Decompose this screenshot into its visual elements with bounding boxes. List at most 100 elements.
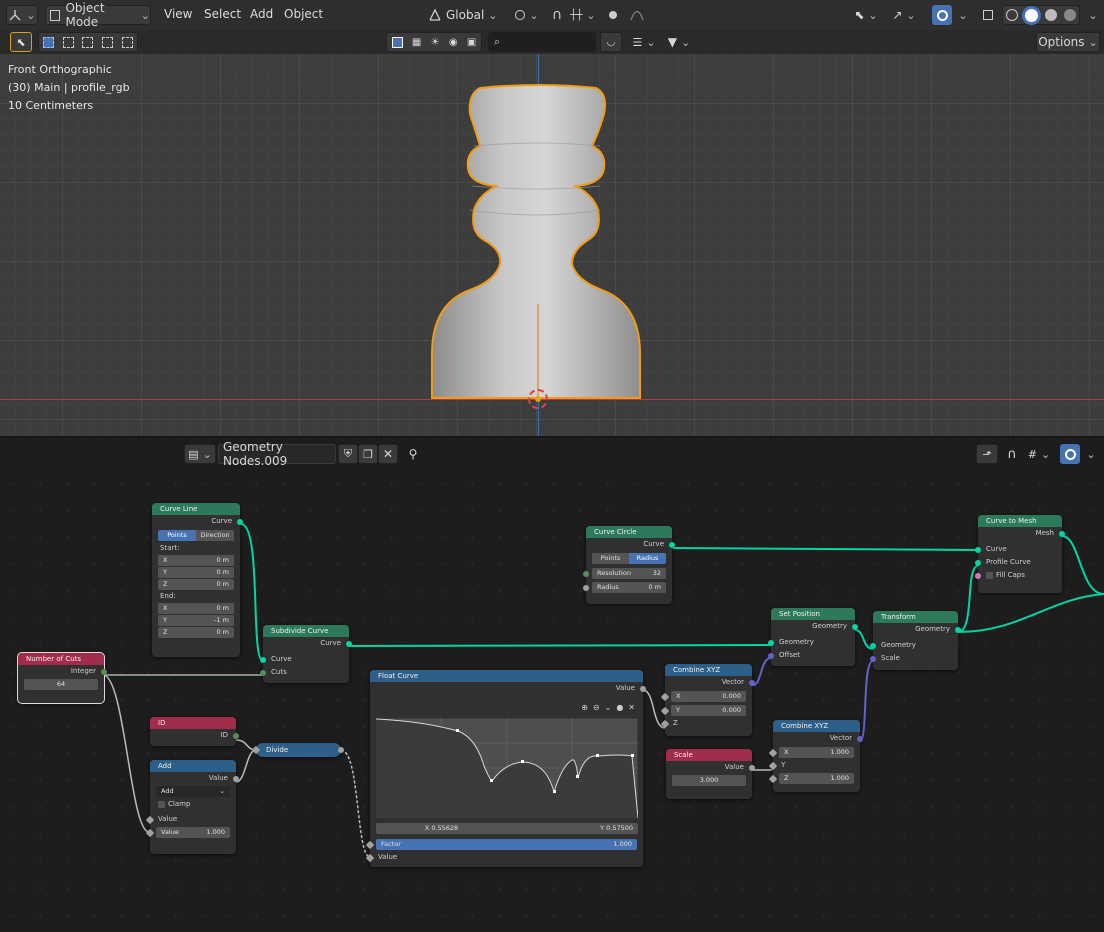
select-tool-button[interactable]: ⬉ — [10, 32, 32, 52]
node-snap-dropdown[interactable]: # — [1024, 444, 1054, 464]
socket[interactable] — [955, 626, 961, 633]
curve-graph[interactable] — [376, 718, 638, 818]
socket[interactable] — [640, 685, 646, 692]
socket[interactable] — [870, 655, 876, 662]
overlays-dropdown[interactable] — [952, 5, 970, 25]
falloff-dropdown[interactable] — [625, 5, 649, 25]
x-field[interactable]: X 1.000 — [768, 747, 854, 758]
z-field[interactable]: Z 1.000 — [768, 773, 854, 784]
menu-object[interactable]: Object — [284, 7, 323, 21]
select-new-icon[interactable] — [43, 36, 55, 48]
duplicate-button[interactable]: ❐ — [358, 444, 378, 464]
select-invert-icon[interactable] — [102, 36, 114, 48]
start-y-field[interactable]: Y0 m — [158, 567, 234, 578]
fill-caps-checkbox[interactable] — [986, 571, 993, 579]
socket[interactable] — [583, 584, 589, 591]
mode-radius[interactable]: Radius — [629, 553, 666, 564]
socket[interactable] — [852, 623, 858, 630]
node-editor-canvas[interactable]: Curve Line Curve Points Direction Start:… — [0, 470, 1104, 932]
mode-points[interactable]: Points — [158, 530, 196, 541]
menu-view[interactable]: View — [164, 7, 192, 21]
node-tree-type-button[interactable]: ▤ — [184, 444, 216, 464]
light-filter-icon[interactable]: ☀ — [431, 37, 440, 48]
unlink-button[interactable]: ✕ — [378, 444, 398, 464]
filter-toggle[interactable]: ◡ — [600, 32, 622, 52]
socket[interactable] — [260, 656, 266, 663]
socket[interactable] — [870, 642, 876, 649]
mode-direction[interactable]: Direction — [196, 530, 234, 541]
clamp-checkbox[interactable] — [158, 800, 165, 808]
y-readout-field[interactable]: Y 0.57500 — [507, 823, 638, 834]
visibility-dropdown[interactable]: ⬉ — [850, 5, 882, 25]
node-curve-line[interactable]: Curve Line Curve Points Direction Start:… — [152, 503, 243, 657]
socket[interactable] — [768, 639, 774, 646]
select-subtract-icon[interactable] — [82, 36, 94, 48]
node-snap-toggle[interactable]: ∩ — [1002, 444, 1022, 464]
start-x-field[interactable]: X0 m — [158, 555, 234, 566]
node-number-of-cuts[interactable]: Number of Cuts Integer 64 — [17, 652, 107, 704]
node-set-position[interactable]: Set Position Geometry Geometry Offset — [768, 608, 858, 666]
socket[interactable] — [583, 570, 589, 577]
pin-button[interactable]: ⚲ — [403, 444, 423, 464]
node-curve-circle[interactable]: Curve Circle Curve Points Radius Resolut… — [583, 526, 675, 604]
select-intersect-icon[interactable] — [121, 36, 133, 48]
parent-tree-button[interactable]: ⬏ — [976, 444, 998, 464]
mode-dropdown[interactable]: Object Mode — [45, 1, 151, 29]
camera-filter-icon[interactable]: ◉ — [449, 37, 458, 48]
node-id[interactable]: ID ID — [150, 717, 239, 746]
node-overlays-dropdown[interactable] — [1080, 444, 1098, 464]
mode-points[interactable]: Points — [592, 553, 629, 564]
node-combine-xyz-scale[interactable]: Combine XYZ Vector X 1.000 Y Z 1.000 — [768, 720, 863, 792]
end-y-field[interactable]: Y -1 m — [158, 615, 234, 626]
socket[interactable] — [749, 764, 755, 771]
socket[interactable] — [237, 518, 243, 525]
socket[interactable] — [233, 732, 239, 739]
resolution-field[interactable]: Resolution 32 — [583, 568, 666, 579]
wireframe-shading-icon[interactable] — [1006, 9, 1019, 21]
editor-type-button[interactable] — [6, 5, 38, 25]
socket[interactable] — [260, 669, 266, 676]
transform-orientation-dropdown[interactable]: Global — [428, 5, 506, 25]
operation-dropdown[interactable]: Add ⌄ — [156, 786, 230, 797]
gizmo-dropdown[interactable]: ↗ — [888, 5, 920, 25]
zoom-out-icon[interactable]: ⊖ — [593, 703, 600, 712]
snap-dropdown[interactable]: ┼┼ — [568, 5, 598, 25]
fake-user-button[interactable]: ⛨ — [338, 444, 358, 464]
socket[interactable] — [346, 640, 352, 647]
socket[interactable] — [975, 546, 981, 553]
end-z-field[interactable]: Z0 m — [158, 627, 234, 638]
socket[interactable] — [1059, 530, 1065, 537]
socket[interactable] — [101, 668, 107, 675]
end-x-field[interactable]: X0 m — [158, 603, 234, 614]
shading-dropdown[interactable] — [1082, 5, 1100, 25]
node-divide[interactable]: Divide — [251, 743, 344, 757]
options-dropdown[interactable]: Options — [1036, 32, 1100, 52]
socket[interactable] — [857, 735, 863, 742]
vase-model[interactable] — [0, 54, 1104, 436]
vase-silhouette[interactable] — [431, 84, 641, 399]
handle-type-icon[interactable]: ● — [616, 703, 623, 712]
start-z-field[interactable]: Z0 m — [158, 579, 234, 590]
node-combine-xyz-offset[interactable]: Combine XYZ Vector X 0.000 Y 0.000 Z — [660, 664, 755, 736]
node-overlays-toggle[interactable] — [1060, 444, 1080, 464]
empty-filter-icon[interactable]: ▦ — [412, 37, 421, 48]
node-transform[interactable]: Transform Geometry Geometry Scale — [870, 611, 961, 670]
rendered-shading-icon[interactable] — [1063, 9, 1076, 21]
funnel-dropdown[interactable]: ▼ — [664, 32, 694, 52]
proportional-edit-toggle[interactable] — [603, 5, 623, 25]
select-extend-icon[interactable] — [62, 36, 74, 48]
delete-point-icon[interactable]: ✕ — [628, 703, 635, 712]
solid-shading-icon[interactable] — [1025, 8, 1039, 22]
zoom-in-icon[interactable]: ⊕ — [581, 703, 588, 712]
socket[interactable] — [233, 775, 239, 782]
material-shading-icon[interactable] — [1044, 9, 1057, 21]
snap-toggle[interactable]: ∩ — [547, 5, 567, 25]
radius-field[interactable]: Radius 0 m — [583, 582, 666, 593]
other-filter-icon[interactable]: ▣ — [467, 37, 476, 48]
node-scale-value[interactable]: Scale Value 3.000 — [666, 749, 755, 799]
socket[interactable] — [975, 572, 981, 579]
socket[interactable] — [768, 652, 774, 659]
node-tree-name-field[interactable]: Geometry Nodes.009 — [218, 440, 336, 468]
y-field[interactable]: Y 0.000 — [660, 705, 746, 716]
xray-toggle[interactable] — [978, 5, 998, 25]
